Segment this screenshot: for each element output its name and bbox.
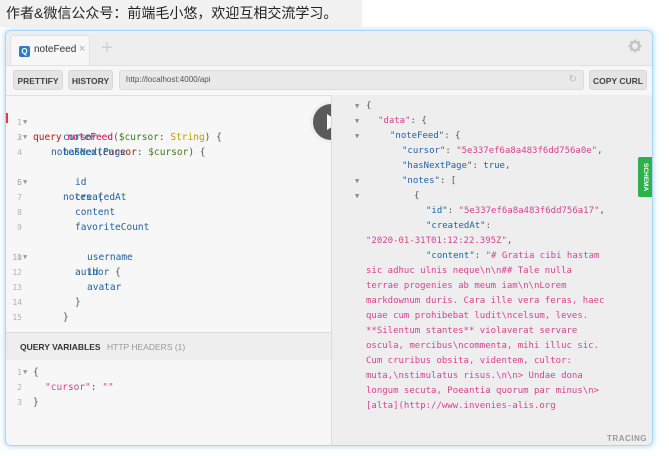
editor-line: 2 ▼ noteFeed(cursor: $cursor) {	[6, 115, 331, 158]
variables-panel-header: QUERY VARIABLES HTTP HEADERS (1)	[6, 332, 331, 361]
graphql-playground-window: Q noteFeed × + PRETTIFY HISTORY http://l…	[5, 30, 653, 446]
tab-http-headers[interactable]: HTTP HEADERS (1)	[107, 342, 185, 352]
editor-line: 9 favoriteCount	[17, 222, 150, 233]
editor-line: 6 id	[17, 177, 87, 188]
result-line: "id": "5e337ef6a8a483f6dd756a17",	[426, 206, 605, 216]
editor-line: 10 ▼ author {	[6, 235, 331, 278]
result-line: [alta](http://www.invenies-alis.org	[366, 401, 556, 411]
result-line: ▼{	[332, 189, 652, 204]
variables-line: 2 "cursor": ""	[17, 382, 114, 393]
endpoint-url-input[interactable]: http://localhost:4000/api ↻	[119, 70, 584, 90]
result-line: longum secuta, Poeantia quorum par minus…	[366, 386, 599, 396]
prettify-button[interactable]: PRETTIFY	[13, 70, 63, 90]
fold-arrow-icon[interactable]: ▼	[355, 189, 359, 204]
tab-label: noteFeed	[34, 44, 77, 55]
editor-line: 8 content	[17, 207, 116, 218]
tab-notefeed[interactable]: Q noteFeed ×	[10, 35, 90, 65]
editor-line: 14}	[12, 297, 81, 308]
add-tab-button[interactable]: +	[98, 38, 116, 58]
result-line: ▼ "notes": [	[332, 174, 652, 189]
result-line: "content": "# Gratia cibi hastam	[426, 251, 600, 261]
copy-curl-button[interactable]: COPY CURL	[589, 70, 647, 90]
gear-icon[interactable]	[628, 39, 642, 53]
editor-line: 5 ▼ notes {	[6, 160, 331, 203]
tab-bar: Q noteFeed × +	[6, 31, 652, 66]
history-button[interactable]: HISTORY	[68, 70, 113, 90]
fold-arrow-icon[interactable]: ▼	[355, 129, 359, 144]
editor-line: 3 cursor	[17, 132, 98, 143]
query-badge-icon: Q	[19, 46, 30, 57]
result-line: terrae progenies ab meum iam\n\nLorem	[366, 281, 567, 291]
result-line: **Silentum stantes** violaverat servare	[366, 326, 578, 336]
result-line: ▼{	[332, 99, 652, 114]
result-line: "createdAt":	[426, 221, 492, 231]
editor-line: 4 hasNextPage	[17, 147, 126, 158]
result-line: "cursor": "5e337ef6a8a483f6dd756a0e",	[402, 146, 603, 156]
toolbar: PRETTIFY HISTORY http://localhost:4000/a…	[6, 66, 652, 94]
editor-line: 13 avatar	[12, 282, 122, 293]
fold-arrow-icon[interactable]: ▼	[355, 174, 359, 189]
result-line: muta,\nstimulatus risus.\n\n> Undae dona	[366, 371, 583, 381]
variables-line: 1 ▼{	[17, 365, 39, 380]
tracing-toggle[interactable]: TRACING	[607, 434, 647, 443]
close-icon[interactable]: ×	[79, 43, 85, 55]
editor-line: 11 username	[12, 252, 133, 263]
editor-line: 7 createdAt	[17, 192, 127, 203]
result-line: oscula, mercibus\ncommenta, mihi illuc s…	[366, 341, 599, 351]
schema-tab[interactable]: SCHEMA	[638, 157, 652, 197]
result-line: Cum cruribus obsita, videntem, cultor:	[366, 356, 572, 366]
editor-line: 12 id	[12, 267, 99, 278]
result-line: "hasNextPage": true,	[402, 161, 511, 171]
variables-editor[interactable]: 1 ▼{ 2 "cursor": "" 3}	[6, 360, 331, 445]
result-viewer: ▼{ ▼ "data": { ▼ "noteFeed": { "cursor": "…	[331, 95, 652, 445]
variables-line: 3}	[17, 397, 39, 408]
fold-arrow-icon[interactable]: ▼	[355, 99, 359, 114]
editor-line: 15}	[12, 312, 69, 323]
fold-arrow-icon[interactable]: ▼	[355, 114, 359, 129]
tab-query-variables[interactable]: QUERY VARIABLES	[20, 342, 101, 352]
editor-line: 1 ▼ query noteFeed($cursor: String) {	[6, 100, 331, 143]
fold-arrow-icon[interactable]: ▼	[23, 365, 27, 380]
result-line: markdownum duris. Cara ille vera feras, …	[366, 296, 605, 306]
result-line: "2020-01-31T01:12:22.395Z",	[366, 236, 513, 246]
endpoint-url-text: http://localhost:4000/api	[126, 75, 211, 84]
query-editor[interactable]: 1 ▼ query noteFeed($cursor: String) { 2 ▼ …	[6, 95, 331, 332]
result-line: ▼ "noteFeed": {	[332, 129, 652, 144]
result-line: ▼ "data": {	[332, 114, 652, 129]
result-line: quae cum prohibebat ludit\ncelsum, leves…	[366, 311, 589, 321]
result-line: sic adhuc ulnis neque\n\n## Tale nulla	[366, 266, 572, 276]
reload-icon[interactable]: ↻	[569, 74, 577, 86]
author-caption: 作者&微信公众号：前端毛小悠，欢迎互相交流学习。	[0, 0, 362, 27]
